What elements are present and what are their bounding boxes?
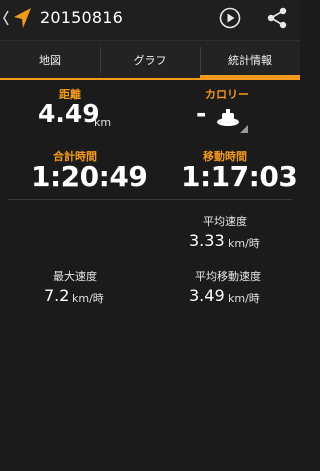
max-speed-label: 最大速度 (53, 270, 97, 283)
share-icon[interactable] (266, 7, 288, 29)
section-divider (8, 199, 292, 200)
distance-value: 4.49 (38, 99, 100, 128)
action-bar: 20150816 (0, 0, 300, 40)
tab-graph[interactable]: グラフ (100, 41, 200, 78)
distance-unit: km (94, 116, 112, 129)
tab-underline (0, 78, 300, 80)
page-title: 20150816 (40, 8, 124, 27)
avg-speed-label: 平均速度 (203, 215, 247, 228)
tab-statistics[interactable]: 統計情報 (200, 41, 300, 78)
tab-map[interactable]: 地図 (0, 41, 100, 78)
max-speed-value: 7.2 (44, 286, 70, 305)
moving-time-value: 1:17:03 (181, 160, 298, 193)
max-speed-unit: km/時 (72, 292, 104, 305)
avg-speed-unit: km/時 (228, 237, 260, 250)
total-time-value: 1:20:49 (31, 160, 148, 193)
avg-moving-speed-value: 3.49 (189, 286, 225, 305)
avg-moving-speed-unit: km/時 (228, 292, 260, 305)
play-icon[interactable] (219, 7, 241, 29)
back-chevron-icon[interactable] (2, 9, 10, 27)
tab-bar: 地図 グラフ 統計情報 (0, 40, 300, 80)
activity-type-icon (217, 109, 248, 133)
activity-type-selector[interactable] (196, 103, 252, 133)
avg-speed-value: 3.33 (189, 231, 225, 250)
avg-moving-speed-label: 平均移動速度 (195, 270, 261, 283)
navigation-arrow-icon[interactable] (11, 6, 33, 30)
